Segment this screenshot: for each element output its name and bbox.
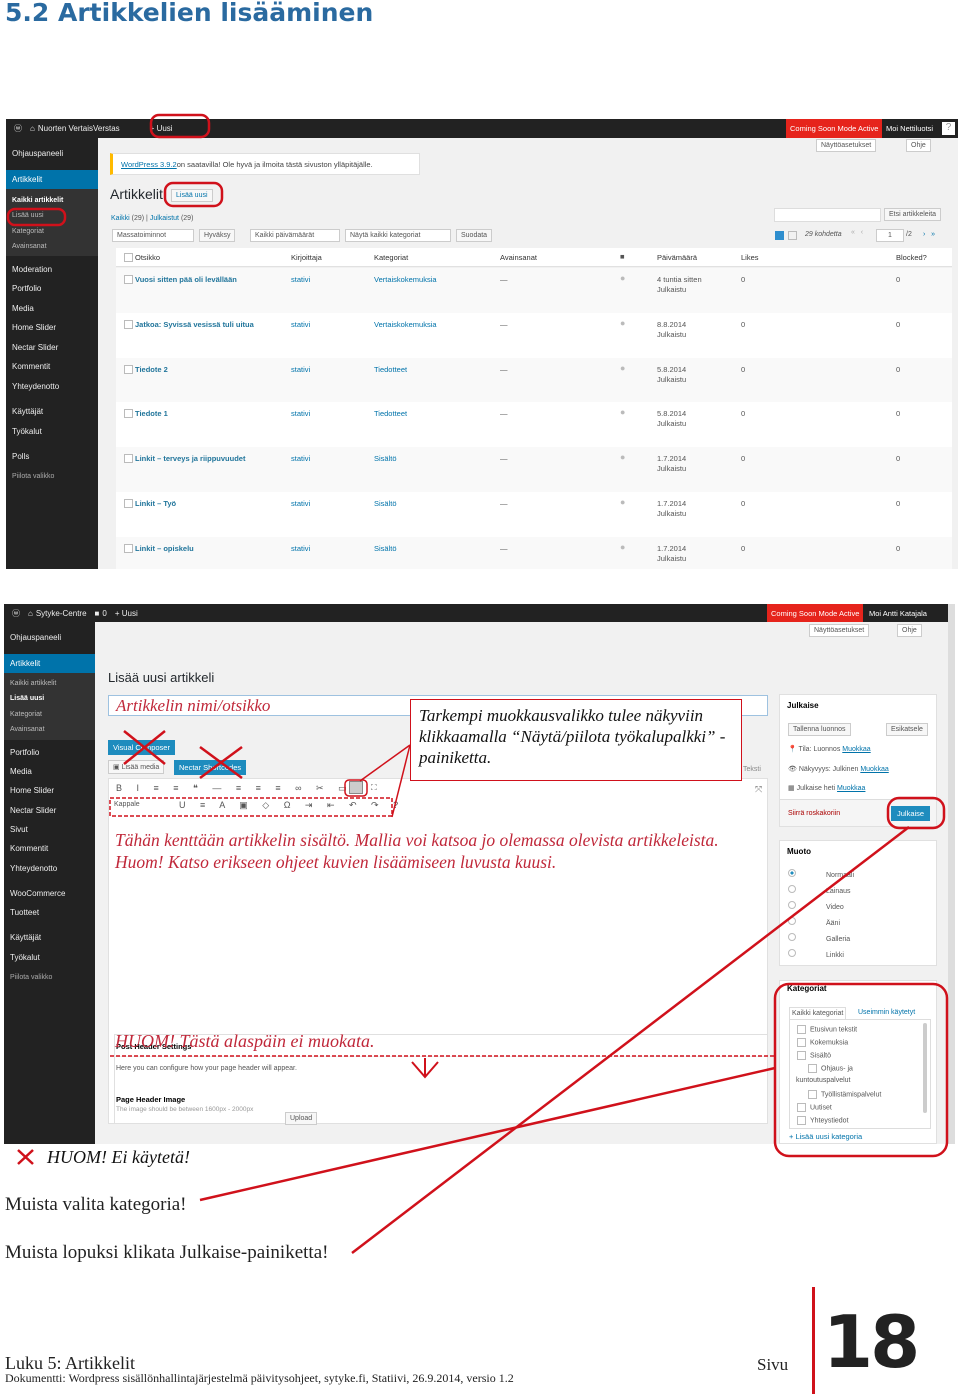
highlight-new bbox=[149, 113, 211, 139]
category-reminder: Muista valita kategoria! bbox=[5, 1194, 187, 1215]
toolbar-callout: Tarkempi muokkausvalikko tulee näkyviin … bbox=[410, 699, 742, 781]
footer-page-label: Sivu bbox=[757, 1355, 789, 1374]
toolbar-row2-outline bbox=[109, 797, 393, 817]
not-used-note: HUOM! Ei käytetä! bbox=[47, 1147, 190, 1167]
footer-document: Dokumentti: Wordpress sisällönhallintajä… bbox=[5, 1371, 514, 1385]
footer-divider bbox=[812, 1287, 815, 1394]
annotation-overlay bbox=[6, 113, 949, 1254]
arrow-categories bbox=[199, 1066, 776, 1202]
arrow-down-icon bbox=[411, 1058, 439, 1079]
highlight-publish bbox=[886, 796, 946, 830]
page-number: 18 bbox=[823, 1300, 920, 1384]
highlight-toolbar-toggle bbox=[344, 779, 368, 797]
no-edit-note: HUOM! Tästä alaspäin ei muokata. bbox=[115, 1031, 375, 1051]
content-hint: Tähän kenttään artikkelin sisältö. Malli… bbox=[115, 830, 719, 872]
highlight-sidebar-add-new bbox=[6, 207, 67, 227]
publish-reminder: Muista lopuksi klikata Julkaise-painiket… bbox=[5, 1242, 329, 1263]
arrow-publish bbox=[351, 826, 910, 1254]
highlight-add-new-button bbox=[163, 181, 224, 208]
cross-out-icon bbox=[17, 730, 243, 1165]
highlight-categories bbox=[773, 982, 949, 1158]
